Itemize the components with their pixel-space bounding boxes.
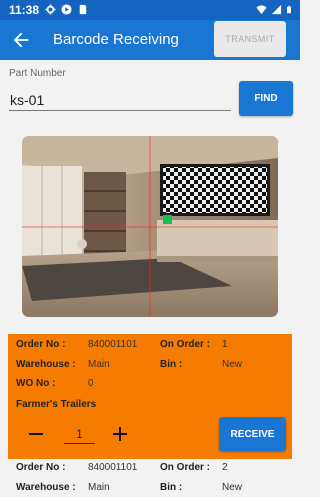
wo-no-label: WO No : bbox=[16, 378, 56, 389]
receive-button[interactable]: RECEIVE bbox=[219, 417, 286, 451]
gear-icon bbox=[45, 4, 56, 15]
plus-icon[interactable] bbox=[112, 426, 128, 442]
order-card[interactable]: Order No : 840001101 On Order : 2 Wareho… bbox=[8, 460, 292, 497]
minus-icon[interactable] bbox=[28, 426, 44, 442]
status-right-icons bbox=[256, 4, 294, 15]
status-time: 11:38 bbox=[9, 3, 40, 17]
wifi-icon bbox=[256, 5, 267, 15]
bin-label: Bin : bbox=[160, 482, 183, 493]
camera-preview[interactable] bbox=[22, 136, 278, 317]
page-title: Barcode Receiving bbox=[53, 31, 179, 48]
on-order-value: 2 bbox=[222, 462, 228, 473]
warehouse-value: Main bbox=[88, 482, 110, 493]
app-bar: Barcode Receiving TRANSMIT bbox=[0, 20, 300, 60]
signal-icon bbox=[271, 4, 282, 15]
wo-no-value: 0 bbox=[88, 378, 94, 389]
play-icon bbox=[61, 4, 72, 15]
order-no-label: Order No : bbox=[16, 339, 66, 350]
order-no-label: Order No : bbox=[16, 462, 66, 473]
find-button[interactable]: FIND bbox=[239, 81, 293, 116]
bin-value: New bbox=[222, 359, 243, 370]
warehouse-value: Main bbox=[88, 359, 110, 370]
on-order-value: 1 bbox=[222, 339, 228, 350]
quantity-input[interactable] bbox=[64, 424, 95, 444]
camera-preview-image bbox=[22, 136, 278, 317]
transmit-button[interactable]: TRANSMIT bbox=[214, 21, 286, 57]
status-left-icons bbox=[45, 4, 88, 15]
order-no-value: 840001101 bbox=[88, 462, 138, 473]
bin-value: New bbox=[222, 482, 243, 493]
on-order-label: On Order : bbox=[160, 339, 211, 350]
arrow-left-icon[interactable] bbox=[10, 29, 32, 51]
battery-icon bbox=[287, 5, 291, 14]
part-number-input[interactable] bbox=[9, 89, 231, 111]
warehouse-label: Warehouse : bbox=[16, 482, 76, 493]
order-no-value: 840001101 bbox=[88, 339, 138, 350]
on-order-label: On Order : bbox=[160, 462, 211, 473]
status-bar: 11:38 bbox=[0, 0, 300, 20]
order-card-active: Order No : 840001101 On Order : 1 Wareho… bbox=[8, 334, 292, 459]
part-number-label: Part Number bbox=[9, 68, 66, 79]
warehouse-label: Warehouse : bbox=[16, 359, 76, 370]
sd-card-icon bbox=[79, 4, 87, 15]
customer-name: Farmer's Trailers bbox=[16, 399, 97, 410]
bin-label: Bin : bbox=[160, 359, 183, 370]
